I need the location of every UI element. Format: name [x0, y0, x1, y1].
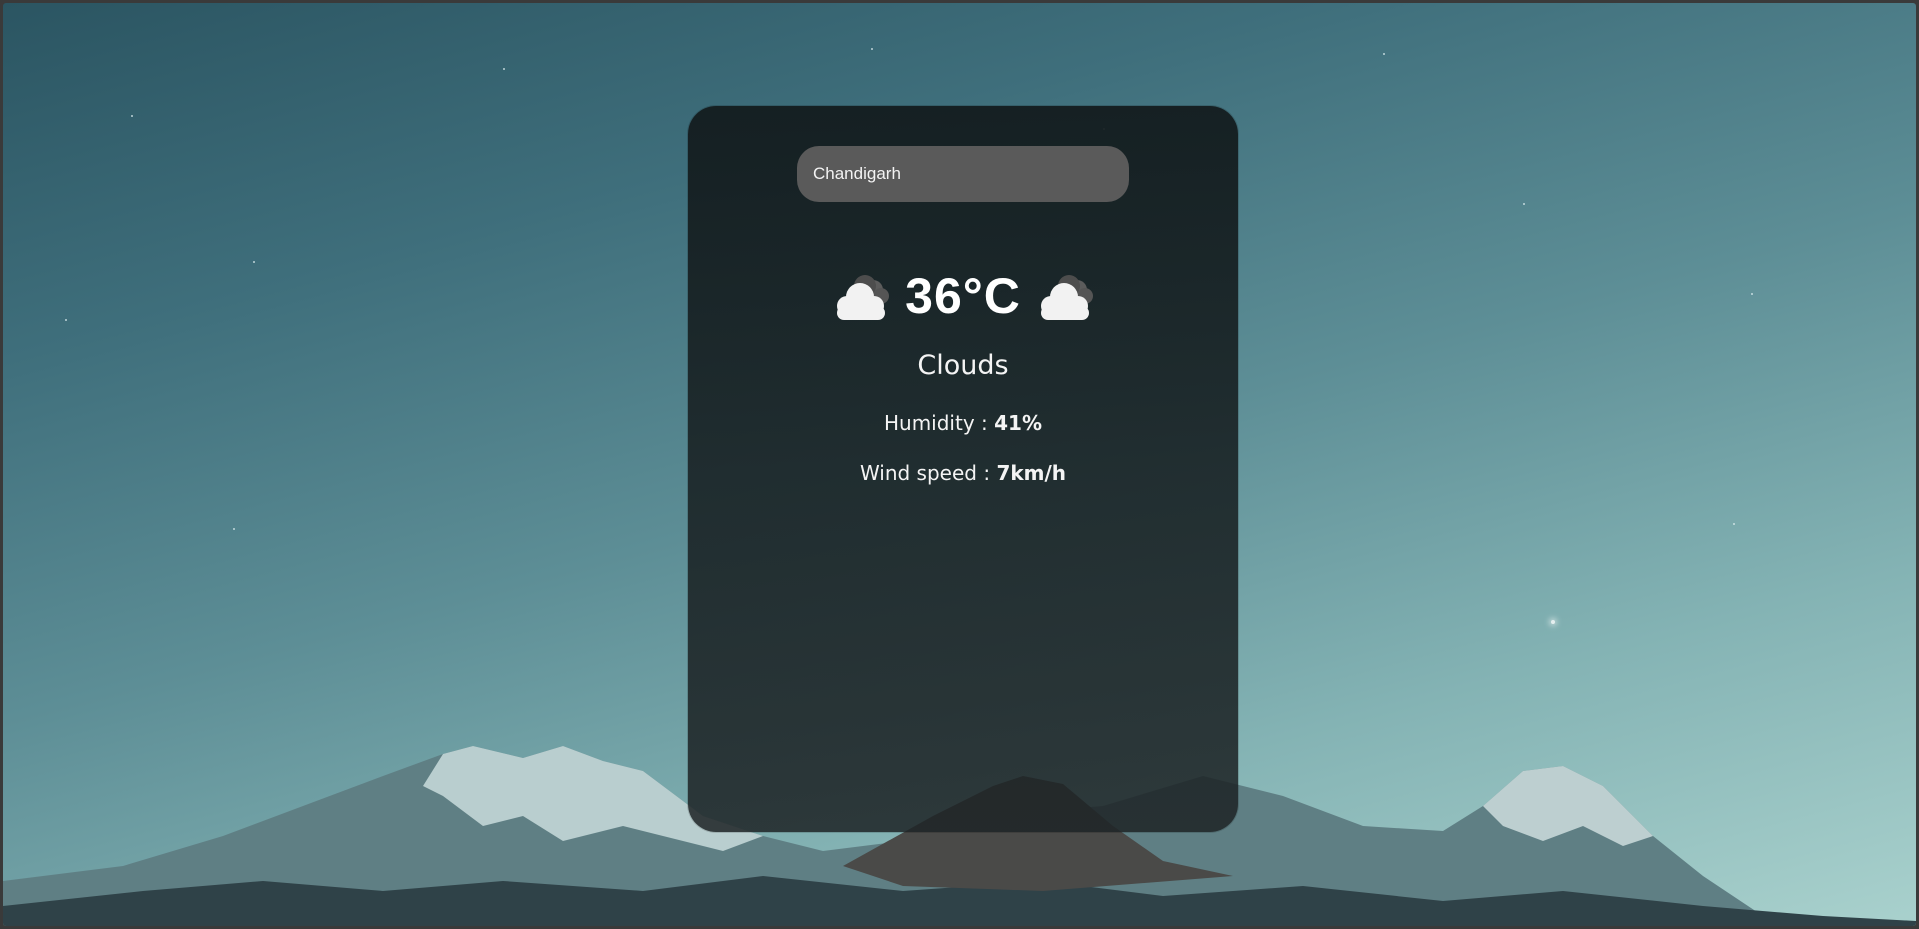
cloudy-icon	[1040, 275, 1093, 320]
wind-speed-label: Wind speed :	[859, 461, 997, 485]
search-input[interactable]: Chandigarh	[813, 164, 901, 184]
star	[871, 48, 873, 50]
humidity-value: 41%	[994, 411, 1042, 435]
star	[1551, 620, 1555, 624]
wind-speed-value: 7km/h	[996, 461, 1067, 485]
star	[1751, 293, 1753, 295]
background-scene: Chandigarh 36°C Clouds Humidity: 41% Wi…	[3, 3, 1916, 926]
star	[1733, 523, 1735, 525]
temperature-row: 36°C	[688, 256, 1238, 336]
cloudy-icon	[837, 275, 890, 320]
humidity-label: Humidity :	[883, 411, 995, 435]
wind-speed-line: Wind speed : 7km/h	[688, 461, 1238, 485]
star	[1383, 53, 1385, 55]
star	[131, 115, 133, 117]
weather-condition: Clouds	[917, 350, 1009, 381]
star	[233, 528, 235, 530]
star	[1523, 203, 1525, 205]
humidity-line: Humidity : 41%	[688, 411, 1238, 435]
search-box[interactable]: Chandigarh	[797, 146, 1129, 202]
star	[65, 319, 67, 321]
weather-card: Chandigarh 36°C Clouds Humidity: 41% Wi…	[688, 106, 1238, 832]
temperature-value: 36°C	[905, 268, 1021, 324]
star	[253, 261, 255, 263]
star	[503, 68, 505, 70]
